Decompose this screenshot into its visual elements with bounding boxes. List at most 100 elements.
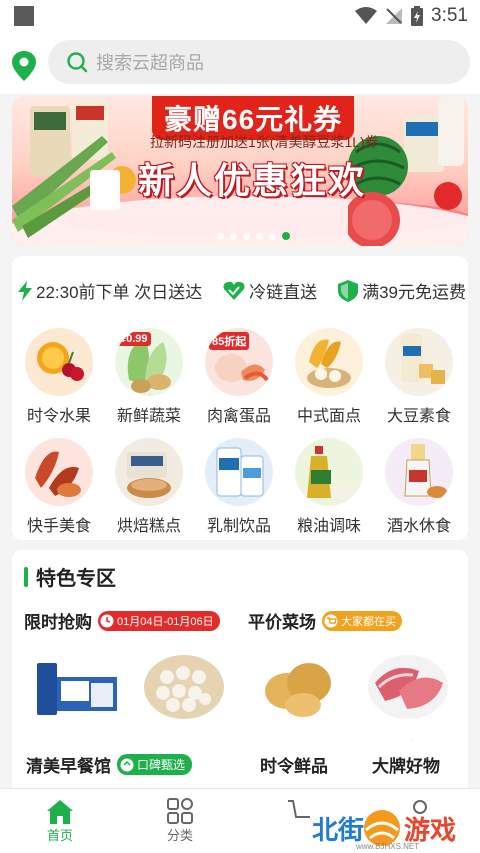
thumb-icon xyxy=(120,758,134,771)
clock-icon xyxy=(100,614,114,627)
heart-shield-icon xyxy=(223,281,245,300)
service-next-day: 22:30前下单 次日送达 xyxy=(18,278,202,303)
pork-image xyxy=(368,655,448,719)
category-tag: 85折起 xyxy=(209,332,250,350)
carousel-dot[interactable] xyxy=(217,232,224,240)
breakfast-block[interactable]: 清美早餐馆 口碑甄选 xyxy=(26,752,193,777)
category-label: 时令水果 xyxy=(26,408,91,425)
grid-icon xyxy=(167,798,193,824)
service-label: 满39元免运费 xyxy=(362,283,466,302)
tab-label: 分类 xyxy=(166,828,193,843)
popular-badge: 大家都在买 xyxy=(322,610,402,631)
breakfast-title: 清美早餐馆 xyxy=(26,757,111,776)
home-icon xyxy=(47,800,73,824)
brand-title: 大牌好物 xyxy=(372,757,440,776)
category-soy[interactable]: 大豆素食 xyxy=(374,328,464,426)
site-watermark: 北街 游戏 www.BJHXS.NET xyxy=(312,804,472,852)
category-card: 22:30前下单 次日送达 冷链直送 满39元免运费 时令水果 ¥0.99 新鲜… xyxy=(12,256,468,540)
category-bakery[interactable]: 烘焙糕点 xyxy=(104,438,194,536)
banner-products-left xyxy=(12,100,136,238)
carousel-dot[interactable] xyxy=(230,232,237,240)
top-bar: 搜索云超商品 xyxy=(0,32,480,94)
category-meat-eggs[interactable]: 85折起 肉禽蛋品 xyxy=(194,328,284,426)
search-bar[interactable]: 搜索云超商品 xyxy=(48,40,470,84)
category-label: 酒水休食 xyxy=(386,518,451,535)
featured-title: 特色专区 xyxy=(36,568,116,590)
buns-image xyxy=(144,655,224,719)
notification-icon xyxy=(14,6,34,26)
category-vegetables[interactable]: ¥0.99 新鲜蔬菜 xyxy=(104,328,194,426)
seasonal-block[interactable]: 时令鲜品 xyxy=(260,752,328,777)
carousel-dot[interactable] xyxy=(269,232,276,240)
meat-icon: 85折起 xyxy=(205,328,273,396)
banner-title: 新人优惠狂欢 xyxy=(138,160,367,201)
popular-badge-label: 大家都在买 xyxy=(341,615,396,628)
product-card[interactable]: ¥0.99/份 xyxy=(248,643,348,755)
potato-image xyxy=(265,663,331,717)
service-label: 22:30前下单 次日送达 xyxy=(36,283,203,302)
carousel-dot[interactable] xyxy=(243,232,250,240)
clock: 3:51 xyxy=(431,5,468,26)
category-label: 烘焙糕点 xyxy=(116,518,181,535)
reputation-badge-label: 口碑甄选 xyxy=(137,758,186,772)
carousel-dot-active[interactable] xyxy=(282,232,290,240)
watermark-url: www.BJHXS.NET xyxy=(356,842,420,851)
flash-sale-date: 01月04日-01月06日 xyxy=(117,615,214,628)
product-card[interactable]: ¥8/12个 xyxy=(134,643,234,755)
service-cold-chain: 冷链直送 xyxy=(223,278,317,303)
seasonal-title: 时令鲜品 xyxy=(260,757,328,776)
category-tag: ¥0.99 xyxy=(117,332,151,346)
product-card[interactable]: ¥39.9/提 xyxy=(24,643,124,755)
tab-category[interactable]: 分类 xyxy=(140,795,220,844)
category-oil-condiments[interactable]: 粮油调味 xyxy=(284,438,374,536)
flash-sale-title: 限时抢购 xyxy=(24,613,92,632)
service-promises: 22:30前下单 次日送达 冷链直送 满39元免运费 xyxy=(18,278,466,303)
featured-row-2: 清美早餐馆 口碑甄选 时令鲜品 大牌好物 xyxy=(12,740,468,788)
service-free-shipping: 满39元免运费 xyxy=(338,278,466,303)
category-dairy[interactable]: 乳制饮品 xyxy=(194,438,284,536)
value-market-block[interactable]: 平价菜场 大家都在买 ¥0.99/份 xyxy=(248,608,458,755)
service-label: 冷链直送 xyxy=(249,283,318,302)
category-fruit[interactable]: 时令水果 xyxy=(14,328,104,426)
search-placeholder: 搜索云超商品 xyxy=(96,53,204,73)
heading-accent-bar xyxy=(24,566,28,587)
category-label: 中式面点 xyxy=(296,408,361,425)
carousel-dot[interactable] xyxy=(256,232,263,240)
quick-meal-icon xyxy=(25,438,93,506)
vegetables-icon: ¥0.99 xyxy=(115,328,183,396)
banner-subline: 拉新码注册加送1张(清美醇豆浆1L)券 xyxy=(150,134,379,150)
category-label: 乳制饮品 xyxy=(206,518,271,535)
shield-check-icon xyxy=(338,279,359,302)
category-label: 新鲜蔬菜 xyxy=(116,408,181,425)
category-pastry[interactable]: 中式面点 xyxy=(284,328,374,426)
milk-box-image xyxy=(37,663,117,715)
drinks-icon xyxy=(385,438,453,506)
value-market-title: 平价菜场 xyxy=(248,613,316,632)
soy-icon xyxy=(385,328,453,396)
wifi-icon xyxy=(355,7,378,24)
location-pin-icon[interactable] xyxy=(12,51,36,81)
carousel-indicator[interactable] xyxy=(217,232,290,240)
dairy-icon xyxy=(205,438,273,506)
flash-sale-date-badge: 01月04日-01月06日 xyxy=(98,610,220,631)
category-label: 肉禽蛋品 xyxy=(206,408,271,425)
category-label: 大豆素食 xyxy=(386,408,451,425)
cart-icon xyxy=(324,614,338,627)
category-quick-meals[interactable]: 快手美食 xyxy=(14,438,104,536)
battery-icon xyxy=(411,6,424,26)
product-card[interactable]: 85折 xyxy=(358,643,458,755)
fruit-icon xyxy=(25,328,93,396)
oil-icon xyxy=(295,438,363,506)
pastry-icon xyxy=(295,328,363,396)
category-drinks-snacks[interactable]: 酒水休食 xyxy=(374,438,464,536)
tab-label: 首页 xyxy=(46,828,73,843)
flash-sale-block[interactable]: 限时抢购 01月04日-01月06日 ¥39.9/提 xyxy=(24,608,234,755)
promo-banner[interactable]: 豪赠66元礼券 拉新码注册加送1张(清美醇豆浆1L)券 新人优惠狂欢 xyxy=(12,96,468,246)
brand-block[interactable]: 大牌好物 xyxy=(372,752,440,777)
status-bar: 3:51 xyxy=(0,0,480,32)
category-label: 粮油调味 xyxy=(296,518,361,535)
reputation-badge: 口碑甄选 xyxy=(117,754,193,775)
tab-home[interactable]: 首页 xyxy=(20,795,100,844)
featured-heading: 特色专区 xyxy=(24,562,116,591)
category-label: 快手美食 xyxy=(26,518,91,535)
